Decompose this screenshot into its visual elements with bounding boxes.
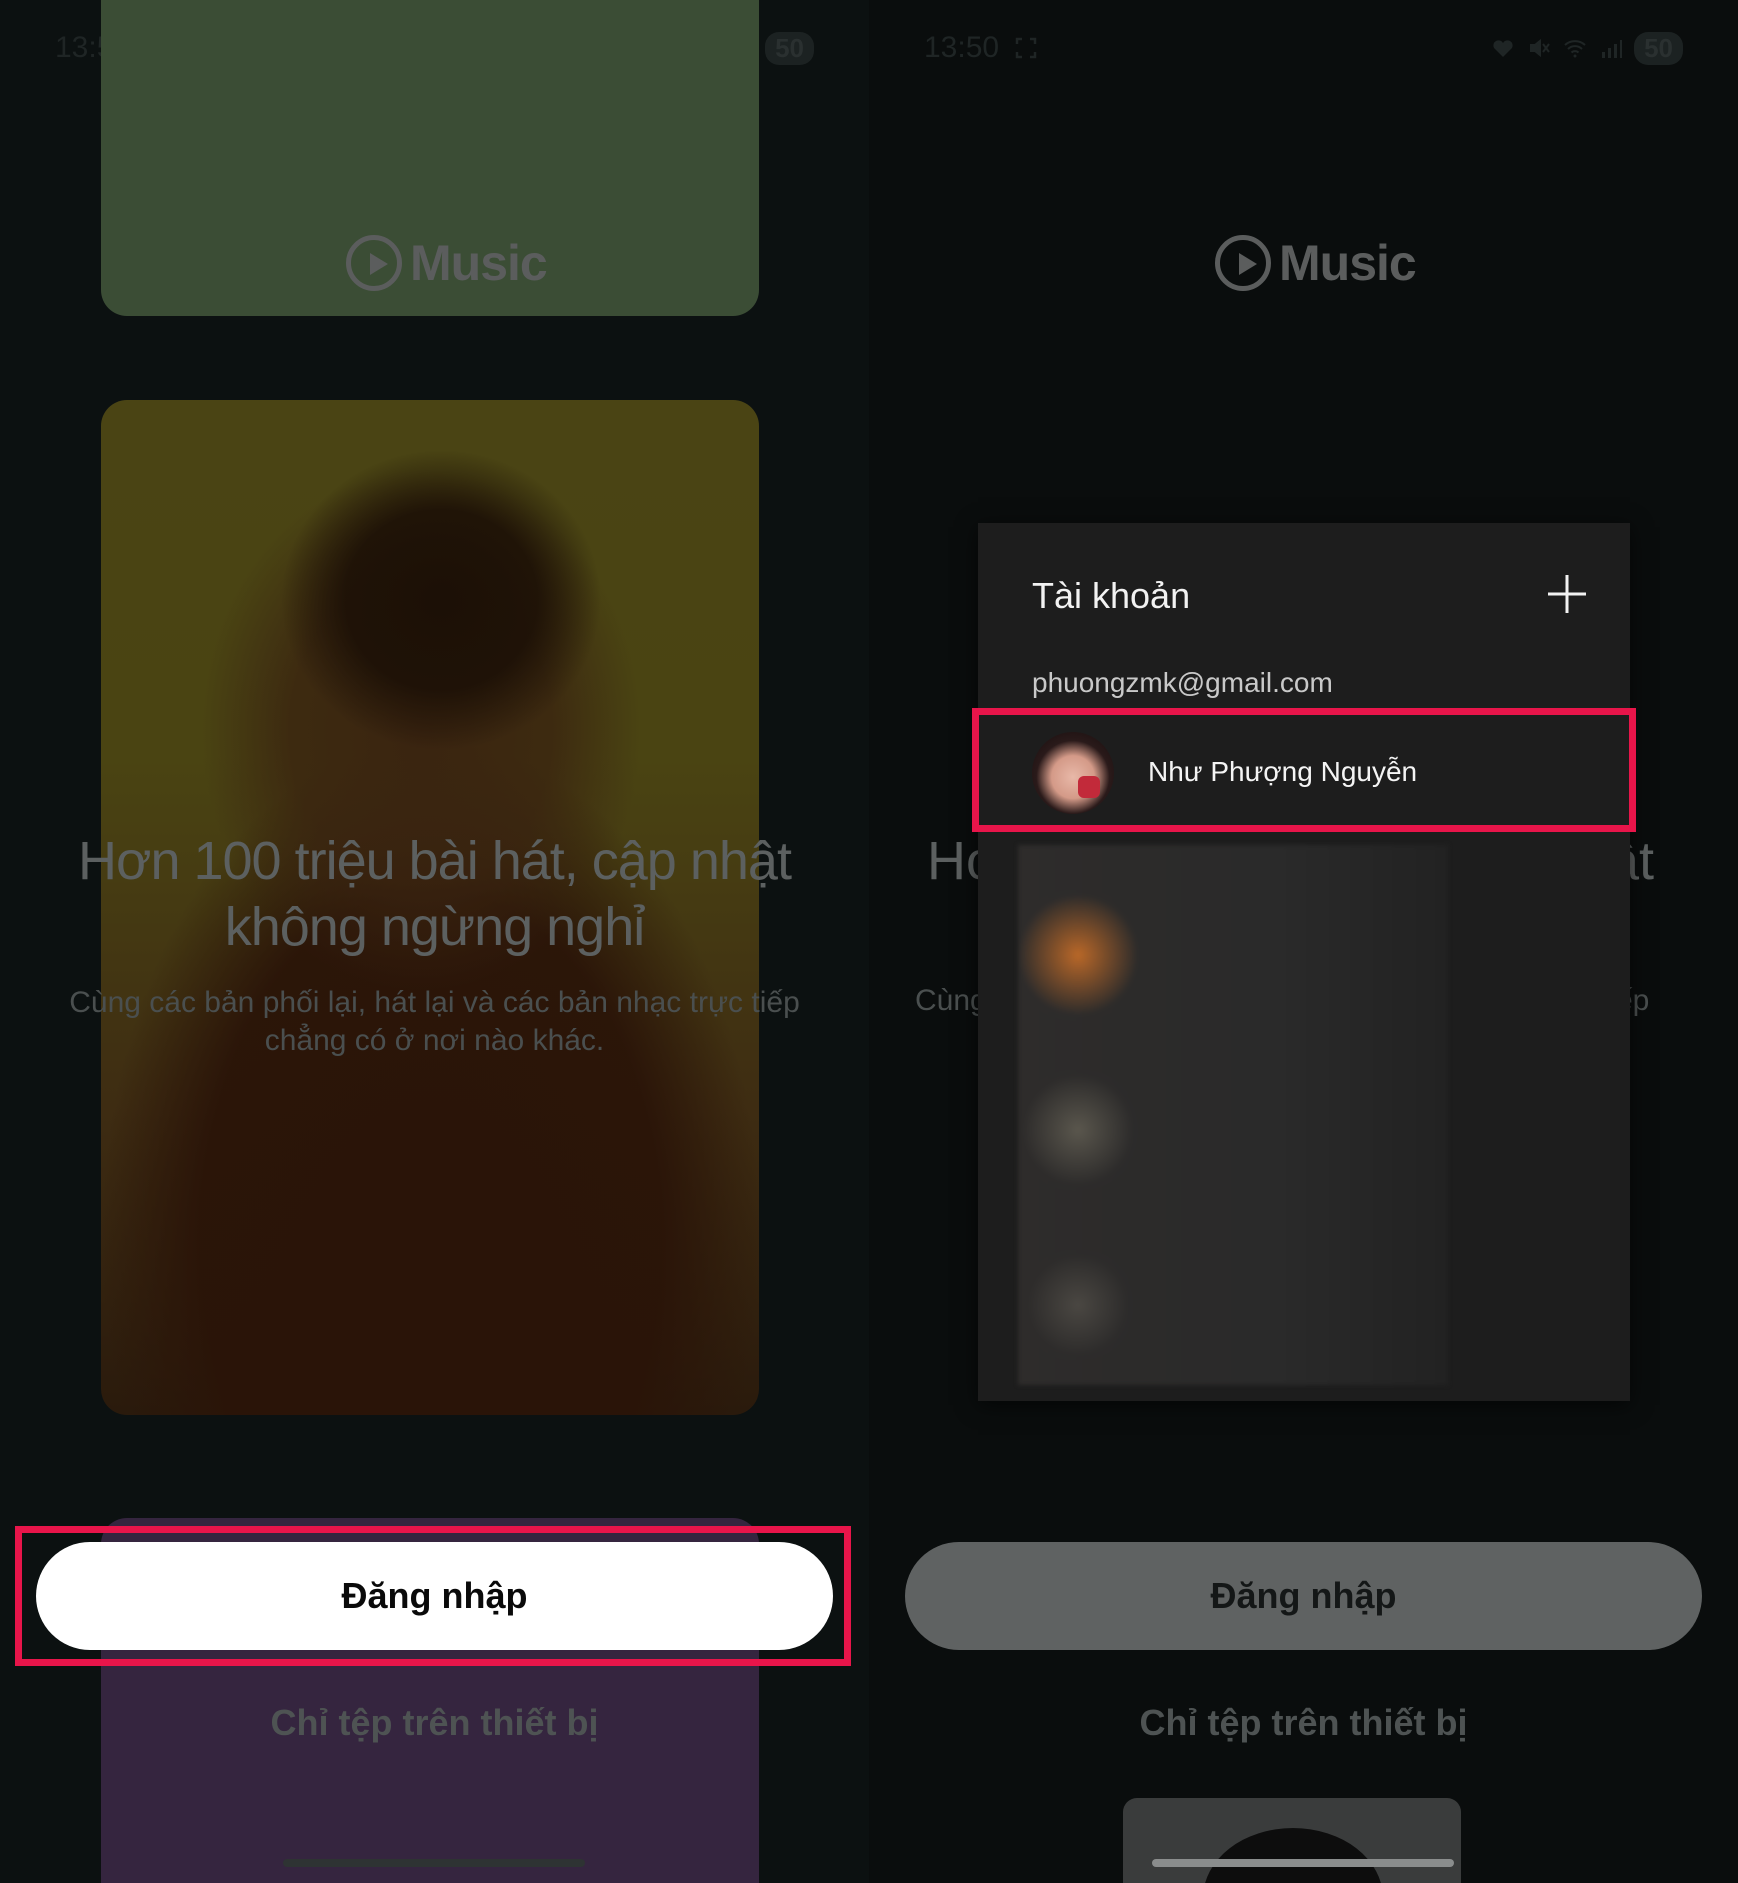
status-time: 13:50 bbox=[924, 31, 1000, 64]
screen-account-picker: 13:50 50 Music Hơ ật Cùng tiếp Đăng nhập… bbox=[869, 0, 1738, 1883]
battery-indicator: 50 bbox=[1634, 31, 1683, 65]
subline-fragment-left: Cùng bbox=[915, 984, 987, 1017]
battery-indicator: 50 bbox=[765, 31, 814, 65]
subline-line-2: chẳng có ở nơi nào khác. bbox=[264, 1024, 605, 1057]
play-logo-icon bbox=[1215, 235, 1271, 291]
music-logo: Music bbox=[1215, 234, 1417, 292]
signal-icon bbox=[1602, 40, 1623, 58]
music-logo: Music bbox=[346, 234, 548, 292]
highlight-login-button bbox=[15, 1526, 851, 1666]
device-files-only-link[interactable]: Chỉ tệp trên thiết bị bbox=[0, 1702, 869, 1744]
wifi-icon bbox=[1564, 40, 1586, 58]
device-files-only-link[interactable]: Chỉ tệp trên thiết bị bbox=[869, 1702, 1738, 1744]
headline-line-1: Hơn 100 triệu bài hát, cập nhật bbox=[78, 831, 792, 891]
highlight-account-item bbox=[972, 708, 1636, 832]
dialog-title: Tài khoản bbox=[1032, 575, 1191, 616]
blurred-account-list bbox=[1018, 845, 1448, 1385]
login-button[interactable]: Đăng nhập bbox=[905, 1542, 1702, 1650]
artwork-card-peek bbox=[1123, 1798, 1461, 1883]
onboarding-headline: Hơn 100 triệu bài hát, cập nhật không ng… bbox=[0, 828, 869, 960]
add-account-icon[interactable] bbox=[1546, 573, 1588, 615]
status-bar: 13:50 50 bbox=[924, 28, 1683, 68]
play-logo-icon bbox=[346, 235, 402, 291]
account-email: phuongzmk@gmail.com bbox=[1032, 667, 1333, 698]
mute-icon bbox=[1530, 38, 1550, 58]
onboarding-subline: Cùng các bản phối lại, hát lại và các bả… bbox=[0, 984, 869, 1060]
home-indicator[interactable] bbox=[1152, 1859, 1454, 1867]
account-picker-dialog: Tài khoản phuongzmk@gmail.com Như Phượng… bbox=[978, 523, 1630, 1401]
logo-text: Music bbox=[1279, 235, 1417, 291]
screenshot-icon bbox=[1015, 37, 1037, 59]
headline-line-2: không ngừng nghỉ bbox=[224, 897, 646, 957]
screen-login: 13:50 50 Music Hơn 100 triệu bài hát, cậ… bbox=[0, 0, 869, 1883]
home-indicator[interactable] bbox=[283, 1859, 585, 1867]
subline-line-1: Cùng các bản phối lại, hát lại và các bả… bbox=[69, 986, 800, 1019]
logo-text: Music bbox=[410, 235, 548, 291]
heart-icon bbox=[1493, 40, 1513, 57]
